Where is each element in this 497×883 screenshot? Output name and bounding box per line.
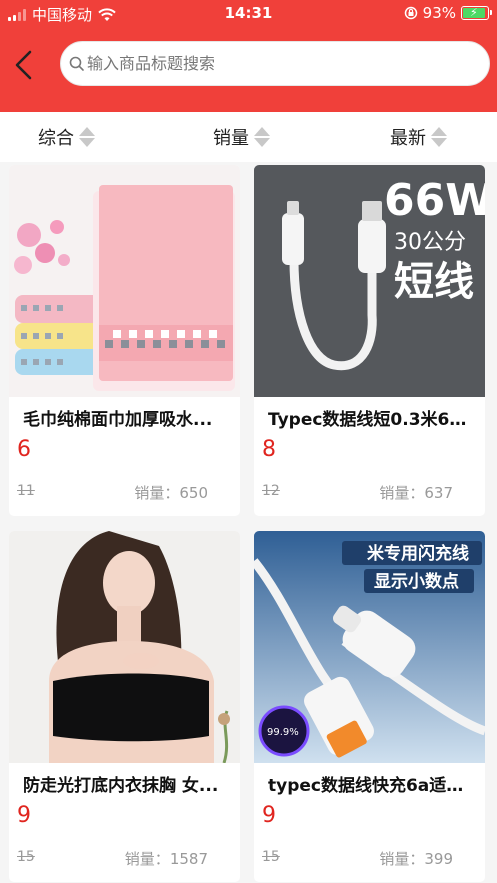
product-original-price: 15 — [17, 849, 35, 865]
product-card[interactable]: 米专用闪充线 显示小数点 99.9% typec数据线快充6a适用... 9 1… — [254, 531, 485, 882]
product-sales: 销量：637 — [379, 482, 453, 503]
image-text-66w: 66W — [384, 175, 485, 226]
sort-tab-label: 销量 — [213, 128, 249, 149]
product-image-cable-6a: 米专用闪充线 显示小数点 99.9% — [254, 531, 485, 763]
sales-label: 销量： — [124, 850, 170, 868]
product-image-cable: 66W 30公分 短线 — [254, 165, 485, 397]
search-icon — [69, 56, 84, 71]
rotation-lock-icon — [404, 6, 417, 20]
product-sales: 销量：399 — [379, 848, 453, 869]
sort-tab-newest[interactable]: 最新 — [390, 124, 447, 150]
image-text-badge: 99.9% — [267, 727, 299, 738]
sort-arrows-icon — [79, 127, 95, 147]
sort-tab-label: 最新 — [390, 128, 426, 149]
status-right: 93% ⚡ — [404, 4, 492, 22]
product-title: 毛巾纯棉面巾加厚吸水... — [23, 410, 213, 430]
product-price: 6 — [17, 437, 31, 462]
search-input[interactable] — [87, 54, 467, 73]
product-title: 防走光打底内衣抹胸 女... — [23, 776, 219, 796]
sort-arrows-icon — [254, 127, 270, 147]
sales-count: 650 — [179, 484, 208, 502]
sales-label: 销量： — [379, 850, 425, 868]
product-original-price: 12 — [262, 483, 280, 499]
product-original-price: 15 — [262, 849, 280, 865]
image-text-line2: 显示小数点 — [374, 571, 459, 592]
product-sales: 销量：1587 — [125, 848, 208, 869]
battery-percent: 93% — [422, 4, 456, 22]
battery-icon: ⚡ — [461, 6, 492, 20]
product-card[interactable]: 毛巾纯棉面巾加厚吸水... 6 11 销量：650 — [9, 165, 240, 516]
sort-arrows-icon — [431, 127, 447, 147]
sales-count: 399 — [424, 850, 453, 868]
image-text-length: 30公分 — [394, 230, 466, 255]
sort-tab-comprehensive[interactable]: 综合 — [38, 124, 95, 150]
sort-bar: 综合 销量 最新 — [0, 112, 497, 162]
image-text-short: 短线 — [394, 259, 474, 305]
sales-label: 销量： — [134, 484, 180, 502]
product-image-towel — [9, 165, 240, 397]
product-card[interactable]: 66W 30公分 短线 Typec数据线短0.3米66... 8 12 销量：6… — [254, 165, 485, 516]
app-header: 中国移动 14:31 93% ⚡ — [0, 0, 497, 112]
sales-count: 637 — [424, 484, 453, 502]
product-image-bandeau — [9, 531, 240, 763]
product-price: 9 — [17, 803, 31, 828]
image-text-line1: 米专用闪充线 — [367, 543, 469, 564]
product-price: 8 — [262, 437, 276, 462]
search-box[interactable] — [60, 41, 490, 86]
product-sales: 销量：650 — [134, 482, 208, 503]
sort-tab-label: 综合 — [38, 128, 74, 149]
product-title: Typec数据线短0.3米66... — [268, 410, 477, 430]
product-card[interactable]: 防走光打底内衣抹胸 女... 9 15 销量：1587 — [9, 531, 240, 882]
back-arrow-icon[interactable] — [10, 48, 38, 82]
sales-label: 销量： — [379, 484, 425, 502]
product-title: typec数据线快充6a适用... — [268, 776, 477, 796]
status-bar: 中国移动 14:31 93% ⚡ — [0, 0, 497, 26]
product-price: 9 — [262, 803, 276, 828]
product-original-price: 11 — [17, 483, 35, 499]
sales-count: 1587 — [169, 850, 208, 868]
sort-tab-sales[interactable]: 销量 — [213, 124, 270, 150]
